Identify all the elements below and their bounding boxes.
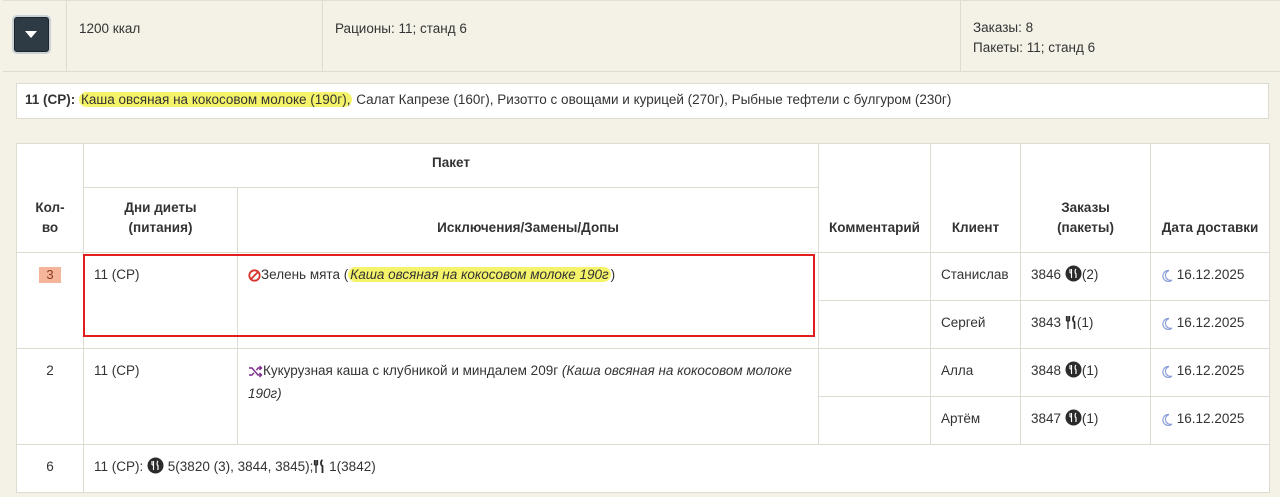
delivery-date-cell: 16.12.2025 — [1150, 348, 1271, 397]
order-number[interactable]: 3848 — [1031, 363, 1061, 378]
package-count: (1) — [1081, 363, 1099, 378]
meal-package-icon — [147, 457, 164, 480]
header-comment: Комментарий — [818, 143, 932, 253]
header-package: Пакет — [82, 143, 820, 188]
client-name: Алла — [930, 348, 1022, 397]
header-client: Клиент — [930, 143, 1022, 253]
meal-package-icon — [1065, 361, 1082, 384]
client-name: Станислав — [930, 252, 1022, 301]
totals-row: 6 11 (СР): 5(3820 (3), 3844, 3845); 1(38… — [16, 444, 1271, 493]
menu-day-label: 11 (СР): — [25, 92, 76, 107]
orders-count: Заказы: 8 — [973, 20, 1034, 35]
packages-count: Пакеты: 11; станд 6 — [973, 40, 1096, 55]
delivery-date-cell: 16.12.2025 — [1150, 300, 1271, 349]
day-menu-bar: 11 (СР): Каша овсяная на кокосовом молок… — [16, 83, 1269, 119]
total-qty: 6 — [16, 444, 84, 493]
menu-highlighted-dish: Каша овсяная на кокосовом молоке (190г), — [79, 92, 353, 107]
comment-cell — [818, 300, 932, 349]
crescent-moon-icon — [1161, 268, 1173, 288]
replacement-cell: Кукурузная каша с клубникой и миндалем 2… — [236, 348, 820, 445]
crescent-moon-icon — [1161, 412, 1173, 432]
rations-summary: Рационы: 11; станд 6 — [323, 1, 961, 71]
menu-other-dishes: Салат Капрезе (160г), Ризотто с овощами … — [352, 92, 952, 107]
package-count: (2) — [1081, 267, 1099, 282]
header-diet-days: Дни диеты (питания) — [83, 187, 238, 253]
header-delivery-date: Дата доставки — [1150, 143, 1271, 253]
order-number[interactable]: 3846 — [1031, 267, 1061, 282]
comment-cell — [818, 396, 932, 445]
header-qty: Кол-во — [16, 143, 84, 253]
packages-table: Кол-во Пакет Комментарий Клиент Заказы (п… — [16, 143, 1271, 493]
qty-cell: 2 — [16, 348, 84, 445]
crescent-moon-icon — [1161, 316, 1173, 336]
qty-badge: 3 — [39, 267, 61, 283]
kcal-summary-row: 1200 ккал Рационы: 11; станд 6 Заказы: 8… — [3, 0, 1280, 72]
caret-down-icon — [25, 31, 37, 38]
delivery-date-cell: 16.12.2025 — [1150, 396, 1271, 445]
diet-cell: 11 (СР) — [83, 348, 238, 445]
prohibited-icon — [248, 268, 261, 288]
package-count: (1) — [1081, 411, 1099, 426]
orders-summary: Заказы: 8 Пакеты: 11; станд 6 — [961, 1, 1280, 71]
fork-knife-icon — [313, 459, 325, 480]
cutlery-summary: 1(3842) — [329, 459, 376, 474]
comment-cell — [818, 348, 932, 397]
order-cell: 3847 (1) — [1020, 396, 1152, 445]
meal-package-icon — [1065, 265, 1082, 288]
order-number[interactable]: 3847 — [1031, 411, 1061, 426]
header-exclusions: Исключения/Замены/Допы — [236, 187, 820, 253]
collapse-toggle-button[interactable] — [14, 17, 49, 52]
excluded-dish: Каша овсяная на кокосовом молоке 190г — [348, 267, 611, 282]
totals-summary: 11 (СР): 5(3820 (3), 3844, 3845); 1(3842… — [82, 444, 1271, 493]
table-row: 2 11 (СР) Кукурузная каша с клубникой и … — [16, 348, 1271, 445]
exclusion-cell: Зелень мята (Каша овсяная на кокосовом м… — [236, 252, 820, 349]
delivery-date-cell: 16.12.2025 — [1150, 252, 1271, 301]
toggle-cell — [3, 1, 67, 71]
shuffle-icon — [248, 364, 263, 384]
client-name: Артём — [930, 396, 1022, 445]
fork-knife-icon — [1065, 315, 1077, 336]
diet-cell: 11 (СР) — [83, 252, 238, 349]
order-cell: 3848 (1) — [1020, 348, 1152, 397]
meal-package-icon — [1065, 409, 1082, 432]
packaged-summary: 5(3820 (3), 3844, 3845); — [167, 459, 314, 474]
comment-cell — [818, 252, 932, 301]
kcal-value: 1200 ккал — [67, 1, 323, 71]
order-number[interactable]: 3843 — [1031, 315, 1061, 330]
client-name: Сергей — [930, 300, 1022, 349]
order-cell: 3843 (1) — [1020, 300, 1152, 349]
table-row: 3 11 (СР) Зелень мята (Каша овсяная на к… — [16, 252, 1271, 349]
package-count: (1) — [1076, 315, 1094, 330]
header-orders: Заказы (пакеты) — [1020, 143, 1152, 253]
order-cell: 3846 (2) — [1020, 252, 1152, 301]
crescent-moon-icon — [1161, 364, 1173, 384]
qty-cell: 3 — [16, 252, 84, 349]
